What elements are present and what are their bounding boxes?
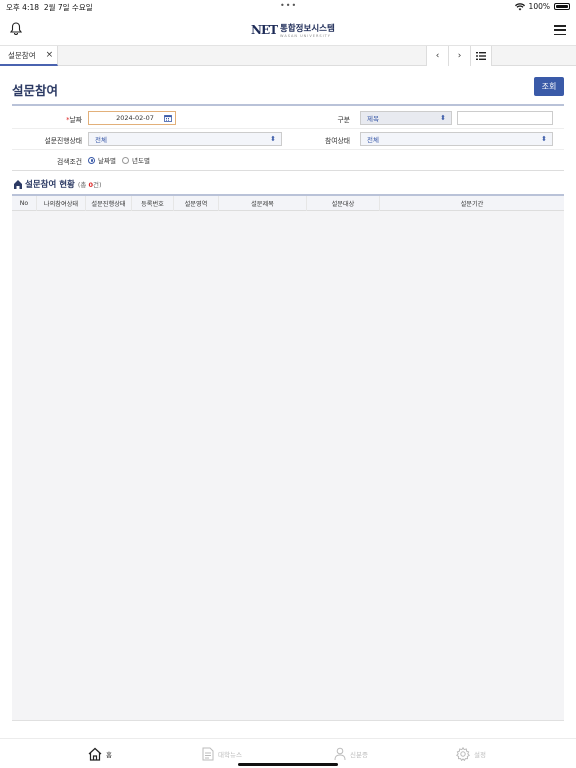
radio-by-year[interactable]: 년도별 bbox=[122, 155, 150, 165]
gear-icon bbox=[456, 747, 470, 761]
nav-settings-label: 설정 bbox=[474, 751, 486, 759]
form-row-1: *날짜 2024-02-07 구분 제목 ⬍ bbox=[12, 108, 564, 129]
form-row-2: 설문진행상태 전체 ⬍ 참여상태 전체 ⬍ bbox=[12, 129, 564, 150]
result-count: (총 0건) bbox=[78, 179, 102, 189]
status-time: 오후 4:18 2월 7일 수요일 bbox=[6, 2, 93, 13]
date-input[interactable]: 2024-02-07 bbox=[88, 111, 176, 125]
bell-icon[interactable] bbox=[10, 22, 22, 35]
home-icon bbox=[88, 747, 102, 761]
tab-next-button[interactable]: › bbox=[448, 46, 470, 66]
col-area[interactable]: 설문영역 bbox=[174, 196, 219, 211]
query-button[interactable]: 조회 bbox=[534, 77, 564, 96]
updown-chevron-icon: ⬍ bbox=[440, 114, 446, 122]
calendar-icon[interactable] bbox=[164, 114, 172, 122]
participation-select-value: 전체 bbox=[367, 136, 379, 144]
search-form: *날짜 2024-02-07 구분 제목 ⬍ 설문진행상태 전체 ⬍ 참여상태 … bbox=[12, 104, 564, 171]
section-title: 설문참여 현황 (총 0건) bbox=[14, 178, 102, 190]
logo-mark: NET bbox=[251, 23, 278, 37]
col-period[interactable]: 설문기간 bbox=[380, 196, 564, 211]
nav-news[interactable]: 대학뉴스 bbox=[202, 747, 242, 761]
progress-select[interactable]: 전체 ⬍ bbox=[88, 132, 282, 146]
menu-icon[interactable] bbox=[554, 25, 566, 35]
col-progress-status[interactable]: 설문진행상태 bbox=[86, 196, 132, 211]
wifi-icon bbox=[514, 2, 525, 11]
radio-checked-icon bbox=[88, 156, 95, 164]
type-select[interactable]: 제목 ⬍ bbox=[360, 111, 452, 125]
table-body[interactable] bbox=[12, 211, 564, 721]
status-bar: 오후 4:18 2월 7일 수요일 ••• 100% bbox=[0, 0, 576, 14]
radio-unchecked-icon bbox=[122, 156, 129, 164]
date-value: 2024-02-07 bbox=[116, 114, 154, 122]
search-condition-label: 검색조건 bbox=[56, 158, 82, 166]
count-suffix: 건) bbox=[93, 181, 102, 189]
nav-settings[interactable]: 설정 bbox=[456, 747, 486, 761]
nav-id-card-label: 신분증 bbox=[350, 751, 368, 759]
nav-home[interactable]: 홈 bbox=[88, 747, 112, 761]
nav-id-card[interactable]: 신분증 bbox=[334, 747, 368, 761]
battery-icon bbox=[554, 3, 570, 10]
count-prefix: (총 bbox=[77, 181, 89, 189]
tab-survey[interactable]: 설문참여 × bbox=[0, 46, 58, 66]
tab-list-button[interactable] bbox=[470, 46, 492, 66]
app-header: NET 통합정보시스템 WASAN UNIVERSITY bbox=[0, 14, 576, 46]
home-marker-icon bbox=[14, 179, 22, 189]
date-label: *날짜 bbox=[42, 114, 82, 124]
app-logo[interactable]: NET 통합정보시스템 WASAN UNIVERSITY bbox=[251, 22, 335, 38]
tab-close-icon[interactable]: × bbox=[46, 50, 54, 60]
progress-label: 설문진행상태 bbox=[44, 137, 82, 145]
tab-prev-button[interactable]: ‹ bbox=[426, 46, 448, 66]
radio-by-year-label: 년도별 bbox=[132, 157, 150, 165]
date-label-text: 날짜 bbox=[69, 116, 82, 124]
tab-bar: 설문참여 × ‹ › bbox=[0, 46, 576, 66]
battery-percent: 100% bbox=[528, 2, 550, 11]
document-icon bbox=[202, 747, 214, 761]
form-row-3: 검색조건 날짜별 년도별 bbox=[12, 150, 564, 171]
table-header: No 나의참여상태 설문진행상태 등록번호 설문영역 설문제목 설문대상 설문기… bbox=[12, 194, 564, 211]
status-time-text: 오후 4:18 bbox=[6, 3, 40, 12]
tab-label: 설문참여 bbox=[8, 50, 36, 60]
type-text-input[interactable] bbox=[457, 111, 553, 125]
multitask-dots[interactable]: ••• bbox=[280, 1, 297, 10]
logo-sub: WASAN UNIVERSITY bbox=[280, 34, 331, 38]
nav-news-label: 대학뉴스 bbox=[218, 751, 242, 759]
col-target[interactable]: 설문대상 bbox=[307, 196, 380, 211]
radio-by-date-label: 날짜별 bbox=[98, 157, 116, 165]
logo-name: 통합정보시스템 bbox=[280, 24, 335, 34]
nav-home-label: 홈 bbox=[106, 751, 112, 759]
type-select-value: 제목 bbox=[367, 115, 379, 123]
col-my-status[interactable]: 나의참여상태 bbox=[37, 196, 86, 211]
tab-navigation: ‹ › bbox=[426, 46, 492, 66]
logo-text: 통합정보시스템 WASAN UNIVERSITY bbox=[280, 22, 335, 38]
type-label: 구분 bbox=[337, 116, 350, 124]
col-title[interactable]: 설문제목 bbox=[219, 196, 307, 211]
updown-chevron-icon: ⬍ bbox=[541, 135, 547, 143]
person-icon bbox=[334, 747, 346, 761]
participation-label: 참여상태 bbox=[324, 137, 350, 145]
status-date-text: 2월 7일 수요일 bbox=[43, 3, 93, 12]
section-title-text: 설문참여 현황 bbox=[25, 180, 75, 190]
participation-select[interactable]: 전체 ⬍ bbox=[360, 132, 553, 146]
list-icon bbox=[476, 52, 486, 60]
page-title: 설문참여 bbox=[12, 83, 59, 98]
radio-by-date[interactable]: 날짜별 bbox=[88, 155, 116, 165]
progress-select-value: 전체 bbox=[95, 136, 107, 144]
updown-chevron-icon: ⬍ bbox=[270, 135, 276, 143]
home-indicator[interactable] bbox=[238, 763, 338, 766]
col-no[interactable]: No bbox=[12, 196, 37, 211]
col-reg-no[interactable]: 등록번호 bbox=[132, 196, 174, 211]
status-right: 100% bbox=[514, 2, 570, 11]
